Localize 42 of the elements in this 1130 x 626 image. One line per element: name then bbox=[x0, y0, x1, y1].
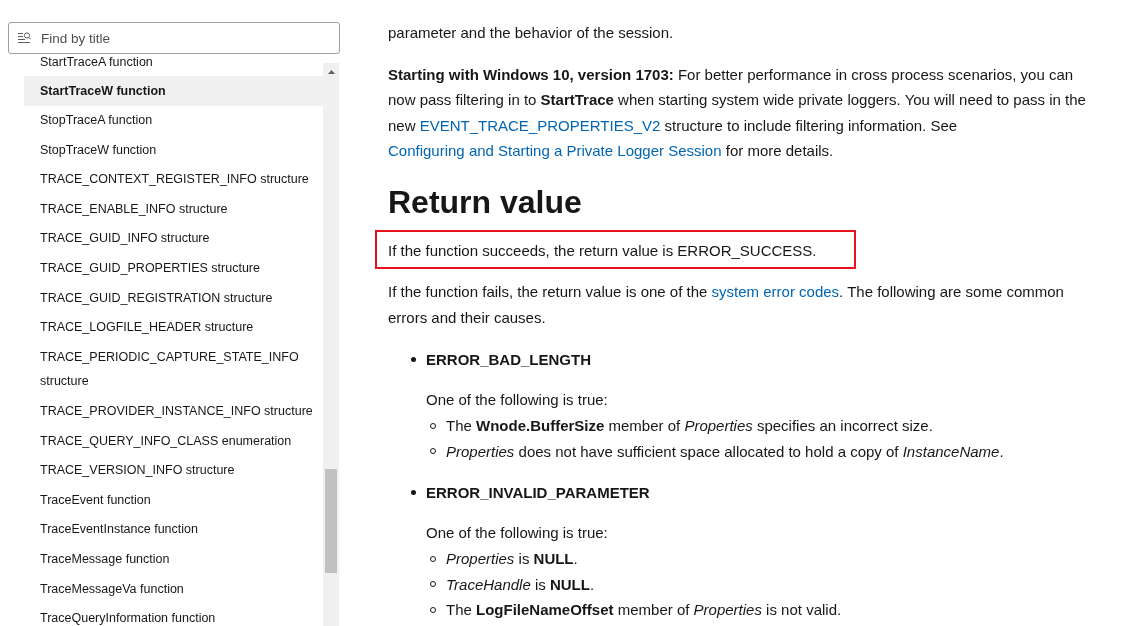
search-field[interactable]: Find by title bbox=[8, 22, 340, 54]
bullet-icon bbox=[411, 490, 416, 496]
list-item-text: TraceHandle is NULL. bbox=[446, 574, 595, 595]
toc-item[interactable]: TRACE_ENABLE_INFO structure bbox=[24, 194, 323, 224]
toc-item[interactable]: TRACE_CONTEXT_REGISTER_INFO structure bbox=[24, 164, 323, 195]
paragraph: If the function fails, the return value is one of the system error codes. The following are some common errors and their causes. bbox=[388, 282, 1065, 328]
toc-item[interactable]: StartTraceA function bbox=[24, 54, 323, 76]
link[interactable]: EVENT_TRACE_PROPERTIES_V2 bbox=[419, 116, 661, 134]
paragraph: If the function succeeds, the return value is ERROR_SUCCESS. bbox=[388, 240, 817, 261]
toc-item[interactable]: TRACE_GUID_REGISTRATION structure bbox=[24, 283, 323, 313]
toc-item[interactable]: TraceMessage function bbox=[24, 544, 323, 575]
list-item-text: Properties does not have sufficient space allocated to hold a copy of InstanceName. bbox=[446, 441, 1004, 462]
paragraph: One of the following is true: bbox=[426, 522, 609, 543]
error-code: ERROR_INVALID_PARAMETER bbox=[426, 483, 650, 503]
list-item-text: The LogFileNameOffset member of Properties is not valid. bbox=[446, 600, 842, 620]
toc-item[interactable]: StartTraceW function bbox=[24, 76, 323, 106]
scroll-up-icon[interactable] bbox=[327, 70, 335, 74]
toc-item[interactable]: StopTraceW function bbox=[24, 135, 323, 165]
error-code: ERROR_BAD_LENGTH bbox=[426, 350, 591, 370]
toc-item[interactable]: TRACE_VERSION_INFO structure bbox=[24, 455, 323, 486]
toc-item[interactable]: TraceMessageVa function bbox=[24, 574, 323, 604]
toc-item[interactable]: TraceQueryInformation function bbox=[24, 603, 323, 626]
toc-item[interactable]: TRACE_PERIODIC_CAPTURE_STATE_INFO structure bbox=[24, 342, 323, 397]
toc-item[interactable]: StopTraceA function bbox=[24, 105, 323, 136]
toc-item[interactable]: TraceEvent function bbox=[24, 485, 323, 515]
scrollbar-thumb[interactable] bbox=[325, 469, 337, 573]
toc-item[interactable]: TRACE_LOGFILE_HEADER structure bbox=[24, 312, 323, 343]
list-item-text: Properties is NULL. bbox=[446, 549, 578, 569]
toc-item[interactable]: TRACE_GUID_INFO structure bbox=[24, 223, 323, 254]
paragraph: Starting with Windows 10, version 1703: For better performance in cross process scenarios, you can now pass filtering in to StartTrace when starting system wide private loggers. You will need to pass in the new EVENT_TRACE_PROPERTIES_V2 structure to include filtering information. See Configuring and Starting a Private Logger Session for more details. bbox=[388, 64, 1087, 161]
toc-item[interactable]: TraceEventInstance function bbox=[24, 514, 323, 545]
bullet-icon bbox=[411, 357, 416, 363]
link[interactable]: Configuring and Starting a Private Logger Session bbox=[388, 142, 722, 159]
list-item-text: The Wnode.BufferSize member of Properties specifies an incorrect size. bbox=[446, 416, 933, 436]
section-heading: Return value bbox=[388, 182, 583, 222]
toc-item[interactable]: TRACE_GUID_PROPERTIES structure bbox=[24, 253, 323, 284]
paragraph: One of the following is true: bbox=[426, 389, 609, 410]
toc-item[interactable]: TRACE_PROVIDER_INSTANCE_INFO structure bbox=[24, 396, 323, 427]
scrollbar[interactable] bbox=[323, 63, 339, 626]
toc-item[interactable]: TRACE_QUERY_INFO_CLASS enumeration bbox=[24, 426, 323, 456]
search-icon bbox=[18, 32, 31, 43]
paragraph: parameter and the behavior of the session. bbox=[388, 23, 675, 43]
